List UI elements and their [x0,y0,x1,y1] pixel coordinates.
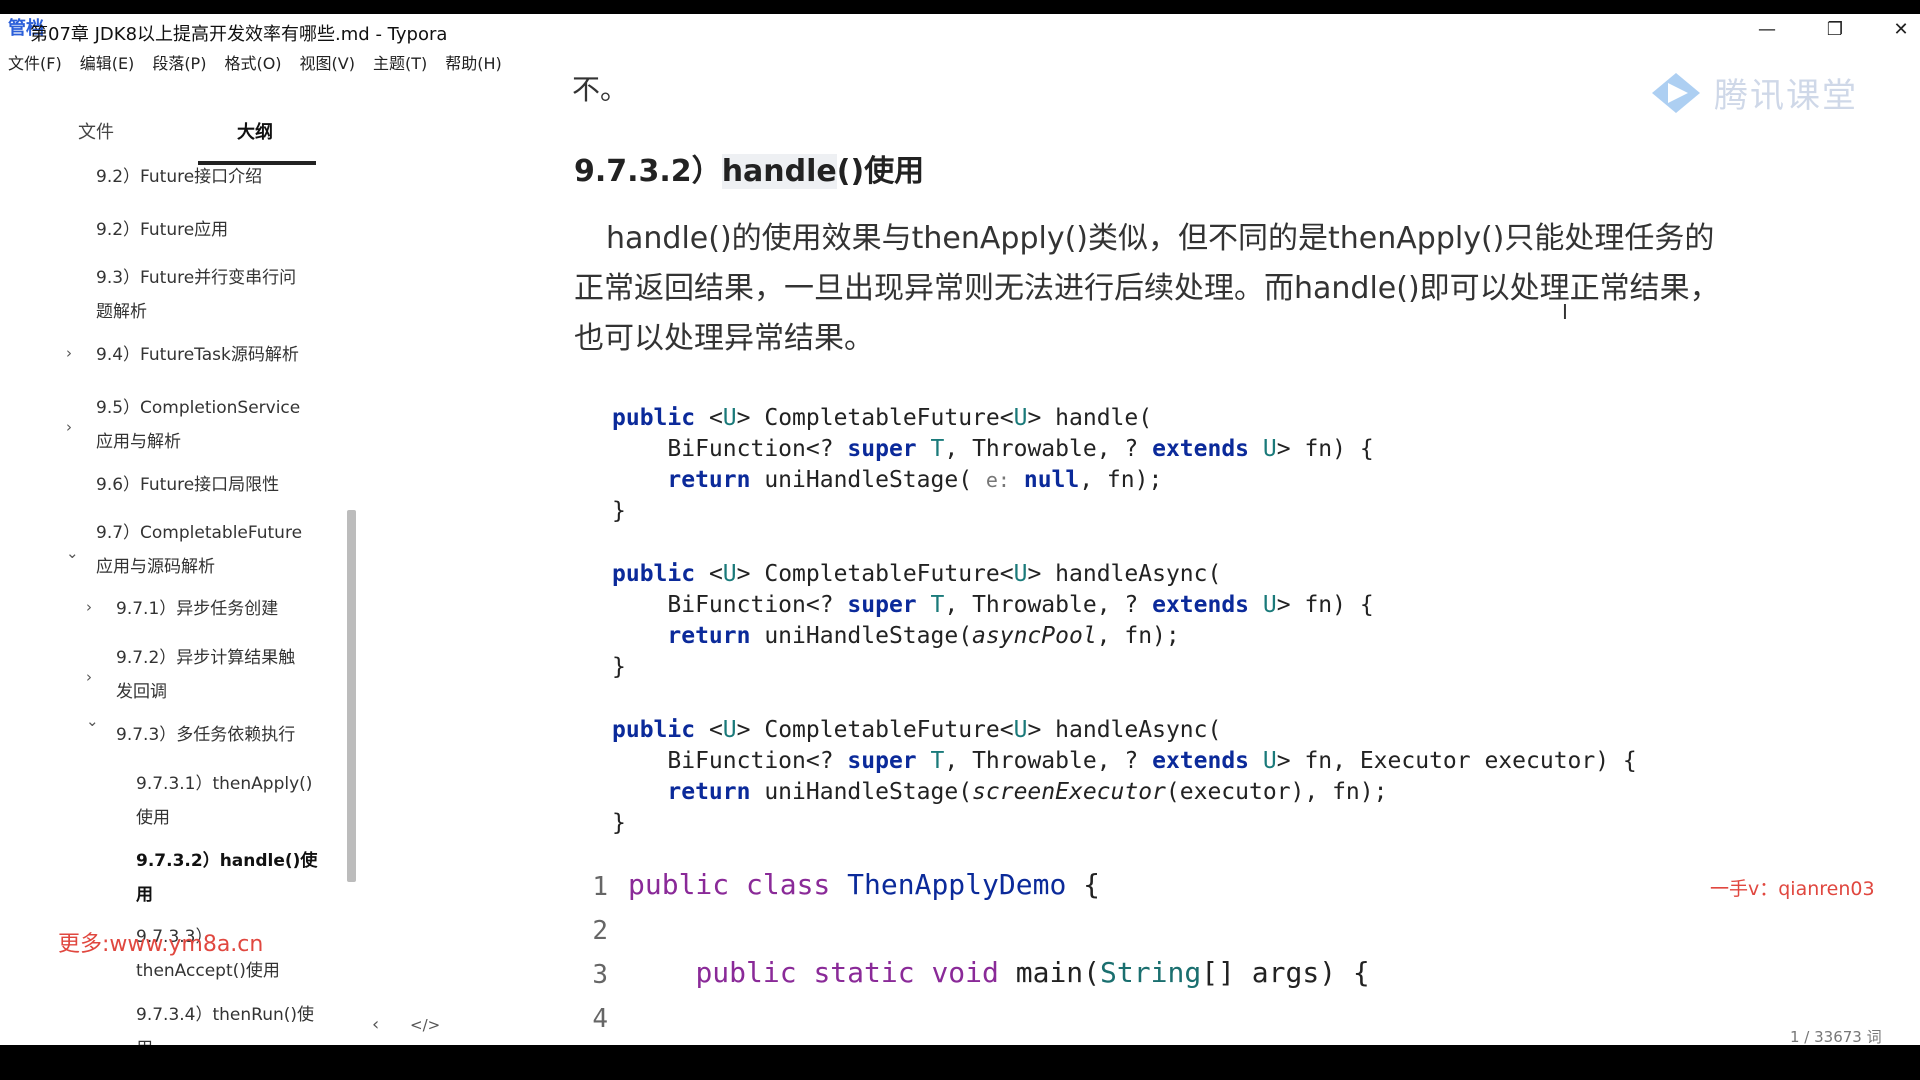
code-line: public <U> CompletableFuture<U> handleAs… [612,717,1222,743]
window-title: 第07章 JDK8以上提高开发效率有哪些.md - Typora [30,24,448,45]
watermark-right: 一手v：qianren03 [1710,878,1875,900]
heading-number: 9.7.3.2） [574,154,722,189]
maximize-button[interactable]: ❐ [1820,18,1850,42]
code-line: public <U> CompletableFuture<U> handle( [612,405,1153,431]
outline-item-cont[interactable]: 应用与解析 [96,425,181,459]
outline-item-cont[interactable]: 题解析 [96,295,147,329]
outline-item[interactable]: 9.7）CompletableFuture [96,516,302,550]
title-bar: 管档 第07章 JDK8以上提高开发效率有哪些.md - Typora — ❐ … [0,14,1920,46]
section-heading: 9.7.3.2）handle()使用 [574,146,924,190]
menu-format[interactable]: 格式(O) [224,50,281,76]
tab-files[interactable]: 文件 [78,118,114,144]
paragraph: handle()的使用效果与thenApply()类似，但不同的是thenApp… [574,221,1720,356]
typora-window: 管档 第07章 JDK8以上提高开发效率有哪些.md - Typora — ❐ … [0,14,1920,1045]
heading-suffix: ()使用 [836,154,925,189]
outline-item-cont[interactable]: 使用 [136,801,170,835]
outline-item[interactable]: 9.6）Future接口局限性 [96,468,279,502]
word-count[interactable]: 1 / 33673 词 [1790,1026,1882,1045]
outline-item[interactable]: 9.4）FutureTask源码解析 [96,338,299,372]
menu-paragraph[interactable]: 段落(P) [152,50,206,76]
sidebar: 文件 大纲 9.2）Future接口介绍 9.2）Future应用 9.3）Fu… [0,98,360,1045]
line-number: 2 [592,916,608,946]
outline-item-cont[interactable]: 用 [136,1032,153,1045]
outline-item-active-cont[interactable]: 用 [136,878,153,912]
menu-help[interactable]: 帮助(H) [445,50,502,76]
code-line: } [612,810,626,836]
menu-view[interactable]: 视图(V) [300,50,355,76]
outline-item-cont[interactable]: 应用与源码解析 [96,550,215,584]
code-line: public static void main(String[] args) { [695,956,1370,989]
chevron-right-icon[interactable]: › [86,668,92,686]
text-cursor-icon: I [1562,300,1568,324]
tab-outline[interactable]: 大纲 [237,118,273,144]
chevron-down-icon[interactable]: ⌄ [66,544,79,562]
code-line: } [612,498,626,524]
watermark-left: 更多:www.ym8a.cn [58,932,264,957]
code-line: public <U> CompletableFuture<U> handleAs… [612,561,1222,587]
minimize-button[interactable]: — [1752,18,1782,42]
code-line: return uniHandleStage(screenExecutor(exe… [667,779,1388,805]
chevron-right-icon[interactable]: › [66,344,72,362]
outline-item[interactable]: 9.7.2）异步计算结果触 [116,641,295,675]
heading-highlight: handle [721,154,837,189]
outline-item[interactable]: 9.5）CompletionService [96,391,300,425]
line-number: 1 [592,872,608,902]
code-line: return uniHandleStage( e: null, fn); [667,467,1163,493]
line-number: 4 [592,1004,608,1028]
truncated-text: 不。 [572,73,629,106]
back-icon[interactable]: ‹ [372,1014,379,1035]
code-line: public class ThenApplyDemo { [628,868,1101,901]
menu-edit[interactable]: 编辑(E) [80,50,135,76]
chevron-right-icon[interactable]: › [66,418,72,436]
outline-item-cont[interactable]: 发回调 [116,675,167,709]
code-line: BiFunction<? super T, Throwable, ? exten… [612,436,1374,462]
menu-bar: 文件(F) 编辑(E) 段落(P) 格式(O) 视图(V) 主题(T) 帮助(H… [0,50,512,76]
code-line: BiFunction<? super T, Throwable, ? exten… [612,592,1374,618]
outline-item[interactable]: 9.7.3）多任务依赖执行 [116,718,295,752]
outline-item-active[interactable]: 9.7.3.2）handle()使 [136,844,317,878]
menu-theme[interactable]: 主题(T) [373,50,427,76]
close-button[interactable]: ✕ [1886,18,1916,42]
outline-item[interactable]: 9.2）Future接口介绍 [96,160,262,194]
code-line: } [612,654,626,680]
outline-item[interactable]: 9.2）Future应用 [96,213,228,247]
menu-file[interactable]: 文件(F) [8,50,62,76]
outline-item[interactable]: 9.7.3.4）thenRun()使 [136,998,314,1032]
chevron-down-icon[interactable]: ⌄ [86,712,99,730]
outline-item[interactable]: 9.3）Future并行变串行问 [96,261,296,295]
sidebar-scrollbar[interactable] [347,510,356,882]
editor-content[interactable]: 不。 9.7.3.2）handle()使用 handle()的使用效果与then… [540,68,1880,1028]
code-line: BiFunction<? super T, Throwable, ? exten… [612,748,1637,774]
line-number: 3 [592,960,608,990]
chevron-right-icon[interactable]: › [86,598,92,616]
outline-item-cont[interactable]: thenAccept()使用 [136,954,280,988]
code-line: return uniHandleStage(asyncPool, fn); [667,623,1180,649]
source-code-icon[interactable]: </> [410,1016,440,1034]
outline-item[interactable]: 9.7.1）异步任务创建 [116,592,278,626]
outline-item[interactable]: 9.7.3.1）thenApply() [136,767,312,801]
